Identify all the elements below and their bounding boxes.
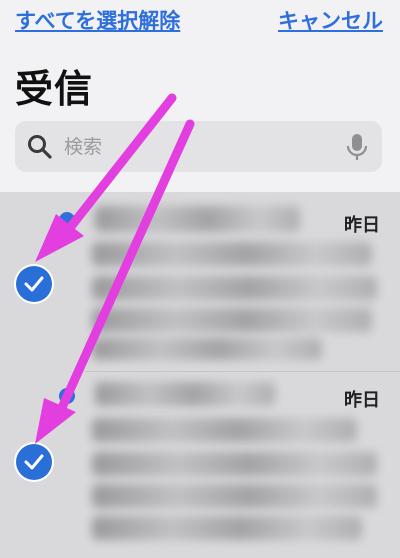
selection-checkbox[interactable]: [16, 444, 52, 480]
microphone-icon[interactable]: [346, 133, 368, 161]
unread-dot: [59, 212, 75, 228]
message-row[interactable]: 昨日: [0, 372, 400, 558]
navigation-bar: すべてを選択解除 キャンセル: [0, 0, 400, 40]
unread-dot: [59, 388, 75, 404]
message-date: 昨日: [344, 215, 380, 236]
preview-redacted: [92, 276, 377, 300]
preview-redacted: [92, 338, 322, 360]
message-row[interactable]: 昨日: [0, 192, 400, 372]
subject-redacted: [92, 418, 357, 442]
checkmark-icon: [24, 276, 44, 292]
subject-redacted: [92, 242, 372, 266]
sender-redacted: [95, 382, 275, 406]
cancel-button[interactable]: キャンセル: [278, 5, 383, 35]
message-date: 昨日: [344, 390, 380, 411]
sender-redacted: [95, 206, 300, 232]
search-bar[interactable]: [15, 121, 382, 172]
checkmark-icon: [24, 454, 44, 470]
selection-checkbox[interactable]: [16, 266, 52, 302]
page-title: 受信: [15, 67, 94, 111]
preview-redacted: [92, 484, 377, 508]
preview-redacted: [92, 452, 377, 476]
message-list: 昨日 昨日: [0, 192, 400, 558]
search-icon: [28, 135, 52, 159]
preview-redacted: [92, 308, 372, 332]
deselect-all-button[interactable]: すべてを選択解除: [15, 5, 180, 35]
search-input[interactable]: [62, 130, 346, 164]
preview-redacted: [92, 516, 362, 540]
